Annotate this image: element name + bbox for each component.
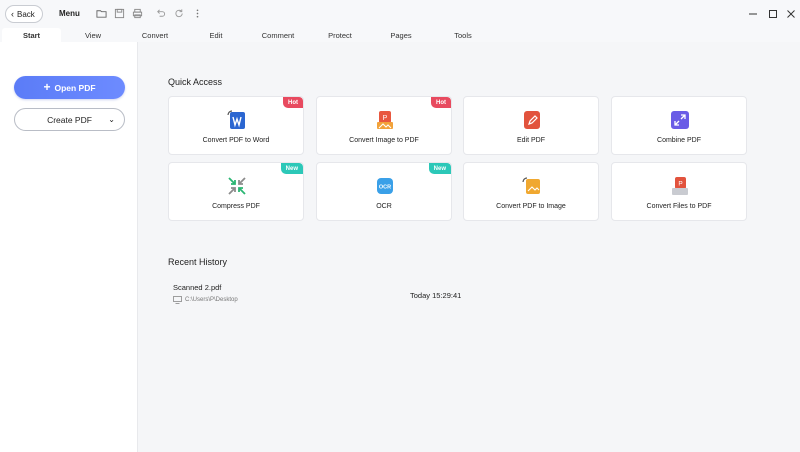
- card-edit-pdf[interactable]: Edit PDF: [463, 96, 599, 155]
- tab-comment[interactable]: Comment: [255, 28, 301, 42]
- open-folder-icon[interactable]: [95, 7, 108, 20]
- new-badge: New: [428, 163, 451, 174]
- tab-view[interactable]: View: [70, 28, 116, 42]
- maximize-icon[interactable]: [766, 7, 779, 20]
- main-content: Quick Access Hot Convert PDF to Word P H…: [139, 42, 800, 452]
- create-pdf-label: Create PDF: [47, 114, 92, 125]
- card-convert-pdf-to-word[interactable]: Hot Convert PDF to Word: [168, 96, 304, 155]
- menu-button[interactable]: Menu: [59, 9, 80, 18]
- pdf-to-image-icon: [522, 177, 540, 194]
- svg-text:P: P: [678, 181, 682, 188]
- recent-history-title: Recent History: [168, 257, 228, 267]
- open-pdf-button[interactable]: + Open PDF: [14, 76, 125, 99]
- title-bar: ‹ Back Menu: [0, 0, 800, 28]
- undo-icon[interactable]: [154, 7, 167, 20]
- more-options-icon[interactable]: [191, 7, 204, 20]
- quick-access-title: Quick Access: [168, 77, 223, 87]
- history-item[interactable]: Scanned 2.pdf C:\Users\P\Desktop Today 1…: [173, 282, 533, 308]
- combine-pdf-icon: [671, 111, 689, 129]
- hot-badge: Hot: [431, 97, 451, 108]
- card-combine-pdf[interactable]: Combine PDF: [611, 96, 747, 155]
- chevron-left-icon: ‹: [11, 8, 14, 19]
- card-compress-pdf[interactable]: New Compress PDF: [168, 162, 304, 221]
- create-pdf-button[interactable]: Create PDF ⌄: [14, 108, 125, 131]
- card-convert-files-to-pdf[interactable]: P Convert Files to PDF: [611, 162, 747, 221]
- card-ocr[interactable]: OCR New OCR: [316, 162, 452, 221]
- tab-start[interactable]: Start: [2, 28, 61, 42]
- svg-text:P: P: [383, 115, 388, 122]
- card-label: Convert PDF to Image: [496, 203, 566, 210]
- hot-badge: Hot: [283, 97, 303, 108]
- computer-icon: [173, 296, 182, 304]
- plus-icon: +: [43, 80, 51, 94]
- ocr-icon: OCR: [377, 178, 393, 194]
- tab-pages[interactable]: Pages: [378, 28, 424, 42]
- tab-bar: Start View Convert Edit Comment Protect …: [0, 28, 800, 42]
- card-label: OCR: [376, 203, 392, 210]
- minimize-icon[interactable]: [746, 7, 759, 20]
- print-icon[interactable]: [131, 7, 144, 20]
- back-button[interactable]: ‹ Back: [5, 5, 43, 23]
- file-timestamp: Today 15:29:41: [410, 291, 462, 300]
- save-icon[interactable]: [113, 7, 126, 20]
- tab-edit[interactable]: Edit: [193, 28, 239, 42]
- tab-tools[interactable]: Tools: [440, 28, 486, 42]
- pdf-to-word-icon: [227, 110, 245, 129]
- files-to-pdf-icon: P: [672, 177, 688, 195]
- back-label: Back: [17, 9, 35, 19]
- close-icon[interactable]: [784, 7, 797, 20]
- tab-protect[interactable]: Protect: [317, 28, 363, 42]
- card-label: Compress PDF: [212, 203, 260, 210]
- card-label: Convert PDF to Word: [202, 137, 270, 144]
- card-label: Convert Files to PDF: [646, 203, 712, 210]
- card-label: Combine PDF: [657, 137, 701, 144]
- tab-convert[interactable]: Convert: [132, 28, 178, 42]
- card-label: Edit PDF: [516, 137, 545, 144]
- image-to-pdf-icon: P: [377, 111, 393, 129]
- sidebar: + Open PDF Create PDF ⌄: [0, 42, 138, 452]
- open-pdf-label: Open PDF: [54, 82, 96, 93]
- file-path: C:\Users\P\Desktop: [185, 297, 238, 303]
- edit-pdf-icon: [524, 111, 540, 129]
- svg-text:OCR: OCR: [379, 185, 391, 191]
- file-name: Scanned 2.pdf: [173, 283, 222, 292]
- card-convert-image-to-pdf[interactable]: P Hot Convert Image to PDF: [316, 96, 452, 155]
- card-label: Convert Image to PDF: [349, 137, 419, 144]
- chevron-down-icon: ⌄: [108, 115, 115, 124]
- card-convert-pdf-to-image[interactable]: Convert PDF to Image: [463, 162, 599, 221]
- new-badge: New: [280, 163, 303, 174]
- redo-icon[interactable]: [173, 7, 186, 20]
- compress-pdf-icon: [228, 177, 246, 195]
